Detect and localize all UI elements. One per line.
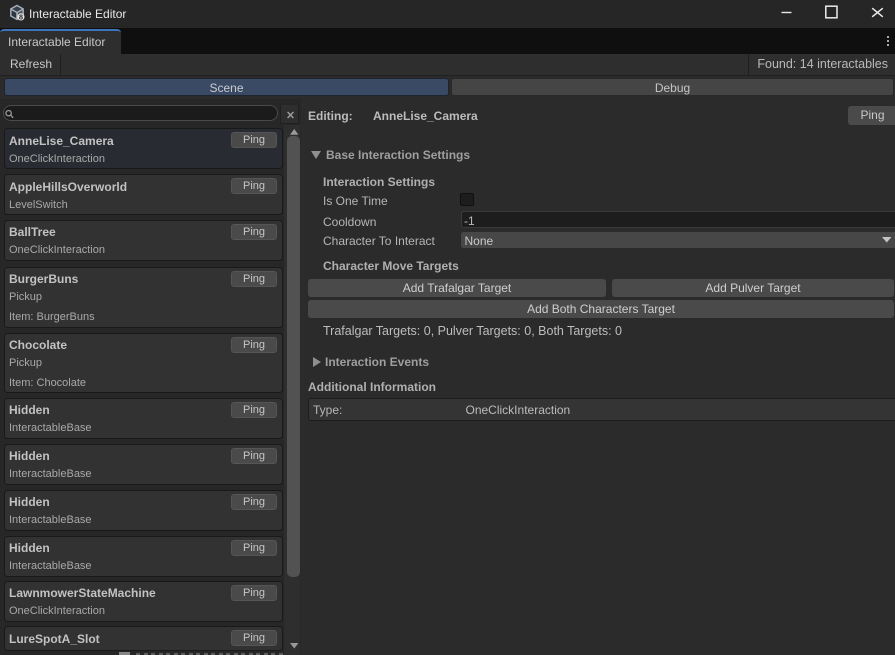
svg-text:8: 8 [19,13,23,21]
